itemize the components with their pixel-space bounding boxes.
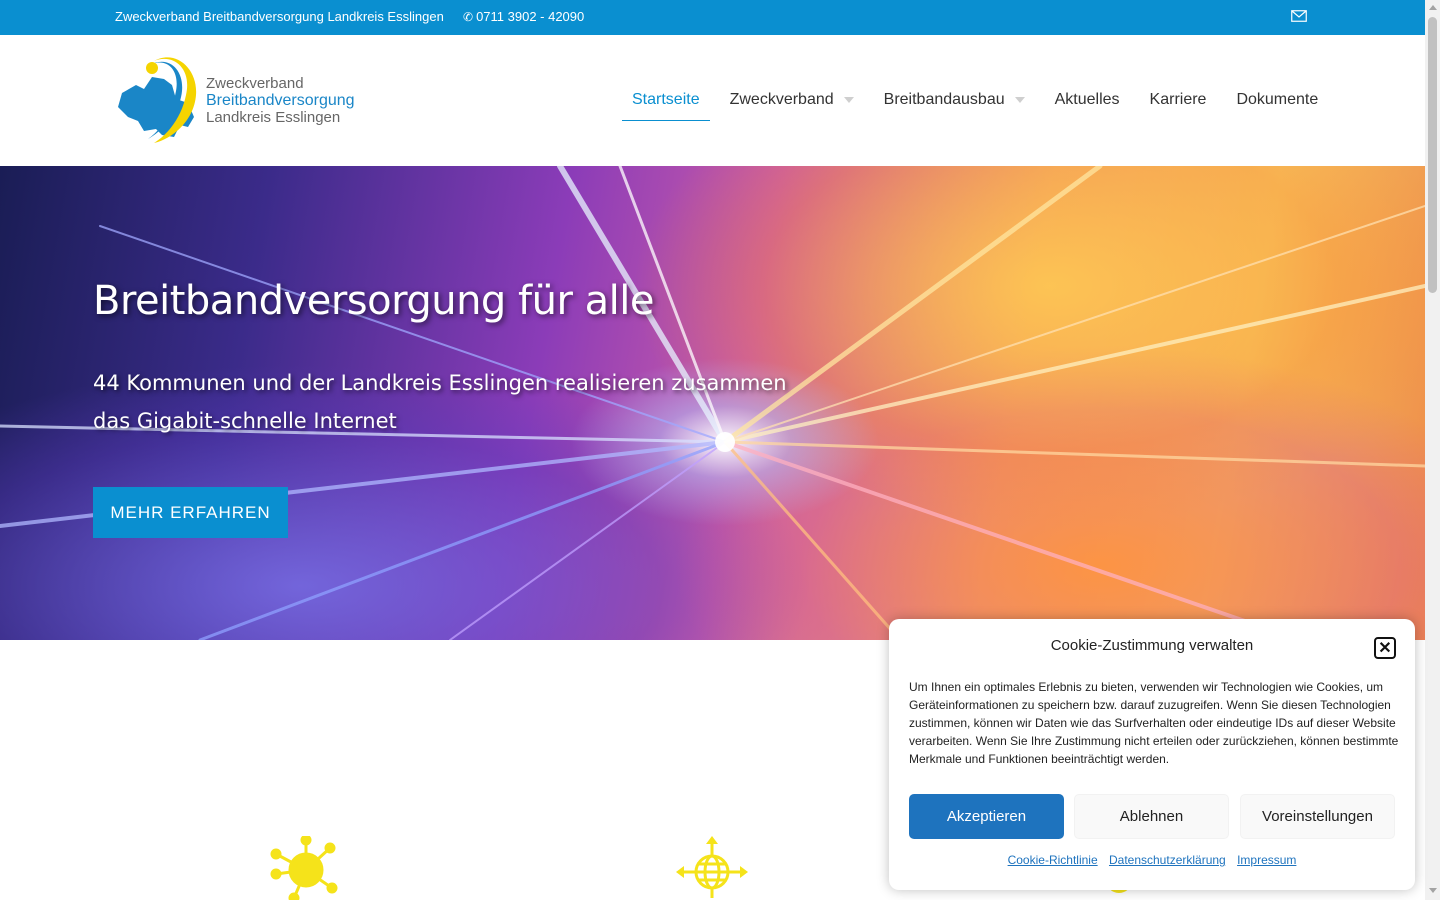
hero-title: Breitbandversorgung für alle xyxy=(93,278,654,324)
scroll-down-icon[interactable] xyxy=(1429,888,1437,893)
logo-line-2: Breitbandversorgung xyxy=(206,92,355,109)
site-logo[interactable]: Zweckverband Breitbandversorgung Landkre… xyxy=(114,55,374,147)
page-scrollbar[interactable] xyxy=(1425,0,1440,900)
logo-text: Zweckverband Breitbandversorgung Landkre… xyxy=(206,75,355,126)
deny-button[interactable]: Ablehnen xyxy=(1074,794,1229,839)
nav-item-label: Startseite xyxy=(632,90,700,108)
phone-number: 0711 3902 - 42090 xyxy=(476,9,585,24)
nav-item-dokumente[interactable]: Dokumente xyxy=(1226,79,1328,121)
nav-item-karriere[interactable]: Karriere xyxy=(1140,79,1217,121)
cookie-policy-link[interactable]: Cookie-Richtlinie xyxy=(1008,853,1098,867)
nav-item-zweckverband[interactable]: Zweckverband xyxy=(720,79,864,121)
nav-item-label: Breitbandausbau xyxy=(883,91,1005,108)
envelope-icon[interactable] xyxy=(1291,10,1307,22)
top-bar-phone[interactable]: ✆ 0711 3902 - 42090 xyxy=(463,9,584,24)
cookie-dialog-text: Um Ihnen ein optimales Erlebnis zu biete… xyxy=(909,680,1399,766)
site-header: Zweckverband Breitbandversorgung Landkre… xyxy=(0,35,1425,166)
hero-banner: Breitbandversorgung für alle 44 Kommunen… xyxy=(0,166,1425,640)
logo-line-1: Zweckverband xyxy=(206,75,304,92)
nav-item-breitbandausbau[interactable]: Breitbandausbau xyxy=(874,79,1035,121)
page: Zweckverband Breitbandversorgung Landkre… xyxy=(0,0,1440,900)
imprint-link[interactable]: Impressum xyxy=(1237,853,1296,867)
nav-item-label: Dokumente xyxy=(1236,91,1319,108)
nav-item-label: Karriere xyxy=(1149,91,1207,108)
nav-item-aktuelles[interactable]: Aktuelles xyxy=(1045,79,1130,121)
main-nav: Startseite Zweckverband Breitbandausbau … xyxy=(622,79,1338,121)
logo-line-3: Landkreis Esslingen xyxy=(206,109,341,126)
nav-item-label: Aktuelles xyxy=(1054,91,1120,108)
nav-item-label: Zweckverband xyxy=(729,91,834,108)
mehr-erfahren-button[interactable]: MEHR ERFAHREN xyxy=(93,487,288,538)
globe-arrows-icon xyxy=(676,836,748,898)
accept-button[interactable]: Akzeptieren xyxy=(909,794,1064,839)
top-bar-org-name: Zweckverband Breitbandversorgung Landkre… xyxy=(115,9,444,24)
top-bar: Zweckverband Breitbandversorgung Landkre… xyxy=(0,0,1425,35)
chevron-down-icon xyxy=(1014,97,1025,103)
scroll-up-icon[interactable] xyxy=(1429,5,1437,10)
cookie-consent-dialog: Cookie-Zustimmung verwalten ✕ Um Ihnen e… xyxy=(889,619,1415,890)
preferences-button[interactable]: Voreinstellungen xyxy=(1240,794,1395,839)
phone-icon: ✆ xyxy=(463,9,474,24)
network-hub-icon xyxy=(270,836,338,900)
close-icon[interactable]: ✕ xyxy=(1374,637,1396,659)
nav-item-startseite[interactable]: Startseite xyxy=(622,79,710,121)
logo-map-icon xyxy=(118,57,197,143)
cookie-dialog-links: Cookie-Richtlinie Datenschutzerklärung I… xyxy=(889,853,1415,867)
chevron-down-icon xyxy=(843,97,854,103)
scrollbar-thumb[interactable] xyxy=(1428,17,1437,293)
privacy-policy-link[interactable]: Datenschutzerklärung xyxy=(1109,853,1226,867)
cookie-dialog-title: Cookie-Zustimmung verwalten xyxy=(1050,637,1254,654)
hero-subtitle: 44 Kommunen und der Landkreis Esslingen … xyxy=(93,371,787,433)
